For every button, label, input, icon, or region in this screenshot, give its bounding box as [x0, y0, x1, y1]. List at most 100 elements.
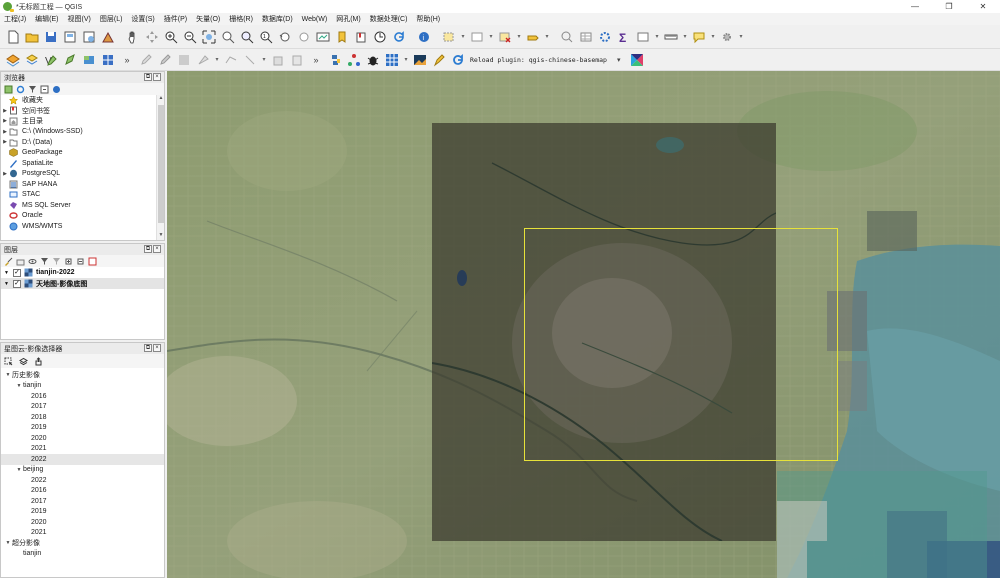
menu-mesh[interactable]: 网孔(M)	[336, 14, 361, 24]
expand-arrow-icon[interactable]: ▼	[4, 270, 10, 276]
browser-item-drive-d[interactable]: ▶ D:\ (Data)	[1, 137, 164, 148]
menu-web[interactable]: Web(W)	[302, 16, 328, 23]
expand-arrow-icon[interactable]: ▼	[4, 281, 10, 287]
menu-raster[interactable]: 栅格(R)	[229, 14, 253, 24]
dropdown-arrow-icon[interactable]: ▾	[653, 28, 661, 46]
menu-view[interactable]: 视图(V)	[68, 14, 91, 24]
float-panel-icon[interactable]: ⧉	[144, 344, 152, 352]
browser-item-stac[interactable]: STAC	[1, 190, 164, 201]
tree-node-history[interactable]: ▼ 历史影像	[1, 370, 164, 381]
browser-item-home[interactable]: ▶ 主目录	[1, 116, 164, 127]
dropdown-arrow-icon[interactable]: ▾	[681, 28, 689, 46]
browser-item-spatialite[interactable]: SpatiaLite	[1, 158, 164, 169]
zoom-to-selection-icon[interactable]	[219, 28, 237, 46]
move-feature-icon[interactable]	[241, 51, 259, 69]
tree-leaf-tianjin-year[interactable]: 2019	[1, 423, 164, 434]
browser-item-wms-wmts[interactable]: WMS/WMTS	[1, 221, 164, 232]
data-source-manager-icon[interactable]	[4, 51, 22, 69]
save-project-icon[interactable]	[42, 28, 60, 46]
add-layer-icon[interactable]	[23, 51, 41, 69]
identify-features-icon[interactable]: i	[415, 28, 433, 46]
expand-arrow-icon[interactable]: ▶	[1, 108, 9, 114]
layout-manager-icon[interactable]	[80, 28, 98, 46]
pan-to-selection-icon[interactable]	[143, 28, 161, 46]
more-tools-icon[interactable]: »	[307, 51, 325, 69]
tree-leaf-tianjin-year[interactable]: 2020	[1, 433, 164, 444]
browser-item-geopackage[interactable]: GeoPackage	[1, 148, 164, 159]
refresh-icon[interactable]	[16, 85, 25, 94]
visibility-eye-icon[interactable]	[28, 257, 37, 266]
toggle-editing-icon[interactable]	[137, 51, 155, 69]
zoom-in-icon[interactable]	[162, 28, 180, 46]
collapse-all-icon[interactable]	[76, 257, 85, 266]
select-extent-icon[interactable]	[4, 357, 13, 366]
filter-expression-icon[interactable]	[52, 257, 61, 266]
menu-project[interactable]: 工程(J)	[4, 14, 26, 24]
collapse-arrow-icon[interactable]: ▼	[4, 540, 12, 546]
tree-leaf-beijing-year[interactable]: 2021	[1, 528, 164, 539]
browser-item-postgresql[interactable]: ▶ PostgreSQL	[1, 169, 164, 180]
select-location-icon[interactable]	[524, 28, 542, 46]
dropdown-arrow-icon[interactable]: ▾	[213, 51, 221, 69]
expand-all-icon[interactable]	[64, 257, 73, 266]
menu-edit[interactable]: 编辑(E)	[35, 14, 58, 24]
scroll-up-icon[interactable]: ▲	[157, 95, 165, 103]
tree-node-superres[interactable]: ▼ 超分影像	[1, 538, 164, 549]
select-features-icon[interactable]	[440, 28, 458, 46]
menu-plugins[interactable]: 插件(P)	[164, 14, 187, 24]
select-by-value-icon[interactable]	[468, 28, 486, 46]
style-manager-icon[interactable]	[99, 28, 117, 46]
browser-item-drive-c[interactable]: ▶ C:\ (Windows-SSD)	[1, 127, 164, 138]
debug-bug-icon[interactable]	[364, 51, 382, 69]
zoom-full-icon[interactable]	[200, 28, 218, 46]
plugin-nodes-icon[interactable]	[345, 51, 363, 69]
refresh-icon[interactable]	[390, 28, 408, 46]
layer-visibility-checkbox[interactable]: ✓	[13, 268, 21, 277]
dropdown-arrow-icon[interactable]: ▾	[543, 28, 551, 46]
menu-processing[interactable]: 数据处理(C)	[370, 14, 408, 24]
save-edits-icon[interactable]	[175, 51, 193, 69]
dropdown-arrow-icon[interactable]: ▾	[515, 28, 523, 46]
tree-node-tianjin[interactable]: ▼ tianjin	[1, 381, 164, 392]
add-raster-layer-icon[interactable]	[80, 51, 98, 69]
expand-arrow-icon[interactable]: ▶	[1, 118, 9, 124]
tree-leaf-tianjin-year[interactable]: 2017	[1, 402, 164, 413]
layers-stack-icon[interactable]	[19, 357, 28, 366]
layer-item-tianditu-imagery[interactable]: ▼ ✓ 天地图-影像底图	[1, 278, 164, 289]
open-project-icon[interactable]	[23, 28, 41, 46]
edit-pencil-icon[interactable]	[156, 51, 174, 69]
map-tips-icon[interactable]	[690, 28, 708, 46]
new-map-view-icon[interactable]	[314, 28, 332, 46]
add-feature-icon[interactable]	[194, 51, 212, 69]
layout-icon[interactable]	[634, 28, 652, 46]
tree-leaf-tianjin-year[interactable]: 2021	[1, 444, 164, 455]
collapse-all-icon[interactable]	[40, 85, 49, 94]
zoom-next-icon[interactable]	[295, 28, 313, 46]
close-panel-icon[interactable]: ×	[153, 344, 161, 352]
delete-selected-icon[interactable]	[269, 51, 287, 69]
browser-item-oracle[interactable]: Oracle	[1, 211, 164, 222]
statistical-summary-icon[interactable]: Σ	[615, 28, 633, 46]
close-panel-icon[interactable]: ×	[153, 73, 161, 81]
menu-settings[interactable]: 设置(S)	[131, 14, 154, 24]
dropdown-arrow-icon[interactable]: ▾	[709, 28, 717, 46]
scroll-down-icon[interactable]: ▼	[157, 232, 165, 240]
minimize-button[interactable]: —	[898, 0, 932, 13]
collapse-arrow-icon[interactable]: ▼	[4, 372, 12, 378]
browser-item-spatial-bookmarks[interactable]: ▶ 空间书签	[1, 106, 164, 117]
selection-extent-rectangle[interactable]	[524, 228, 838, 461]
map-canvas[interactable]	[167, 71, 1000, 578]
tree-leaf-beijing-year[interactable]: 2020	[1, 517, 164, 528]
new-print-layout-icon[interactable]	[61, 28, 79, 46]
close-button[interactable]: ✕	[966, 0, 1000, 13]
tree-node-beijing[interactable]: ▼ beijing	[1, 465, 164, 476]
open-field-calculator-icon[interactable]	[558, 28, 576, 46]
menu-help[interactable]: 帮助(H)	[416, 14, 440, 24]
style-brush-icon[interactable]	[4, 257, 13, 266]
tree-leaf-beijing-year[interactable]: 2017	[1, 496, 164, 507]
settings-gear-icon[interactable]	[718, 28, 736, 46]
new-project-icon[interactable]	[4, 28, 22, 46]
float-panel-icon[interactable]: ⧉	[144, 245, 152, 253]
zoom-native-icon[interactable]: 1	[257, 28, 275, 46]
scrollbar-thumb[interactable]	[158, 105, 164, 223]
